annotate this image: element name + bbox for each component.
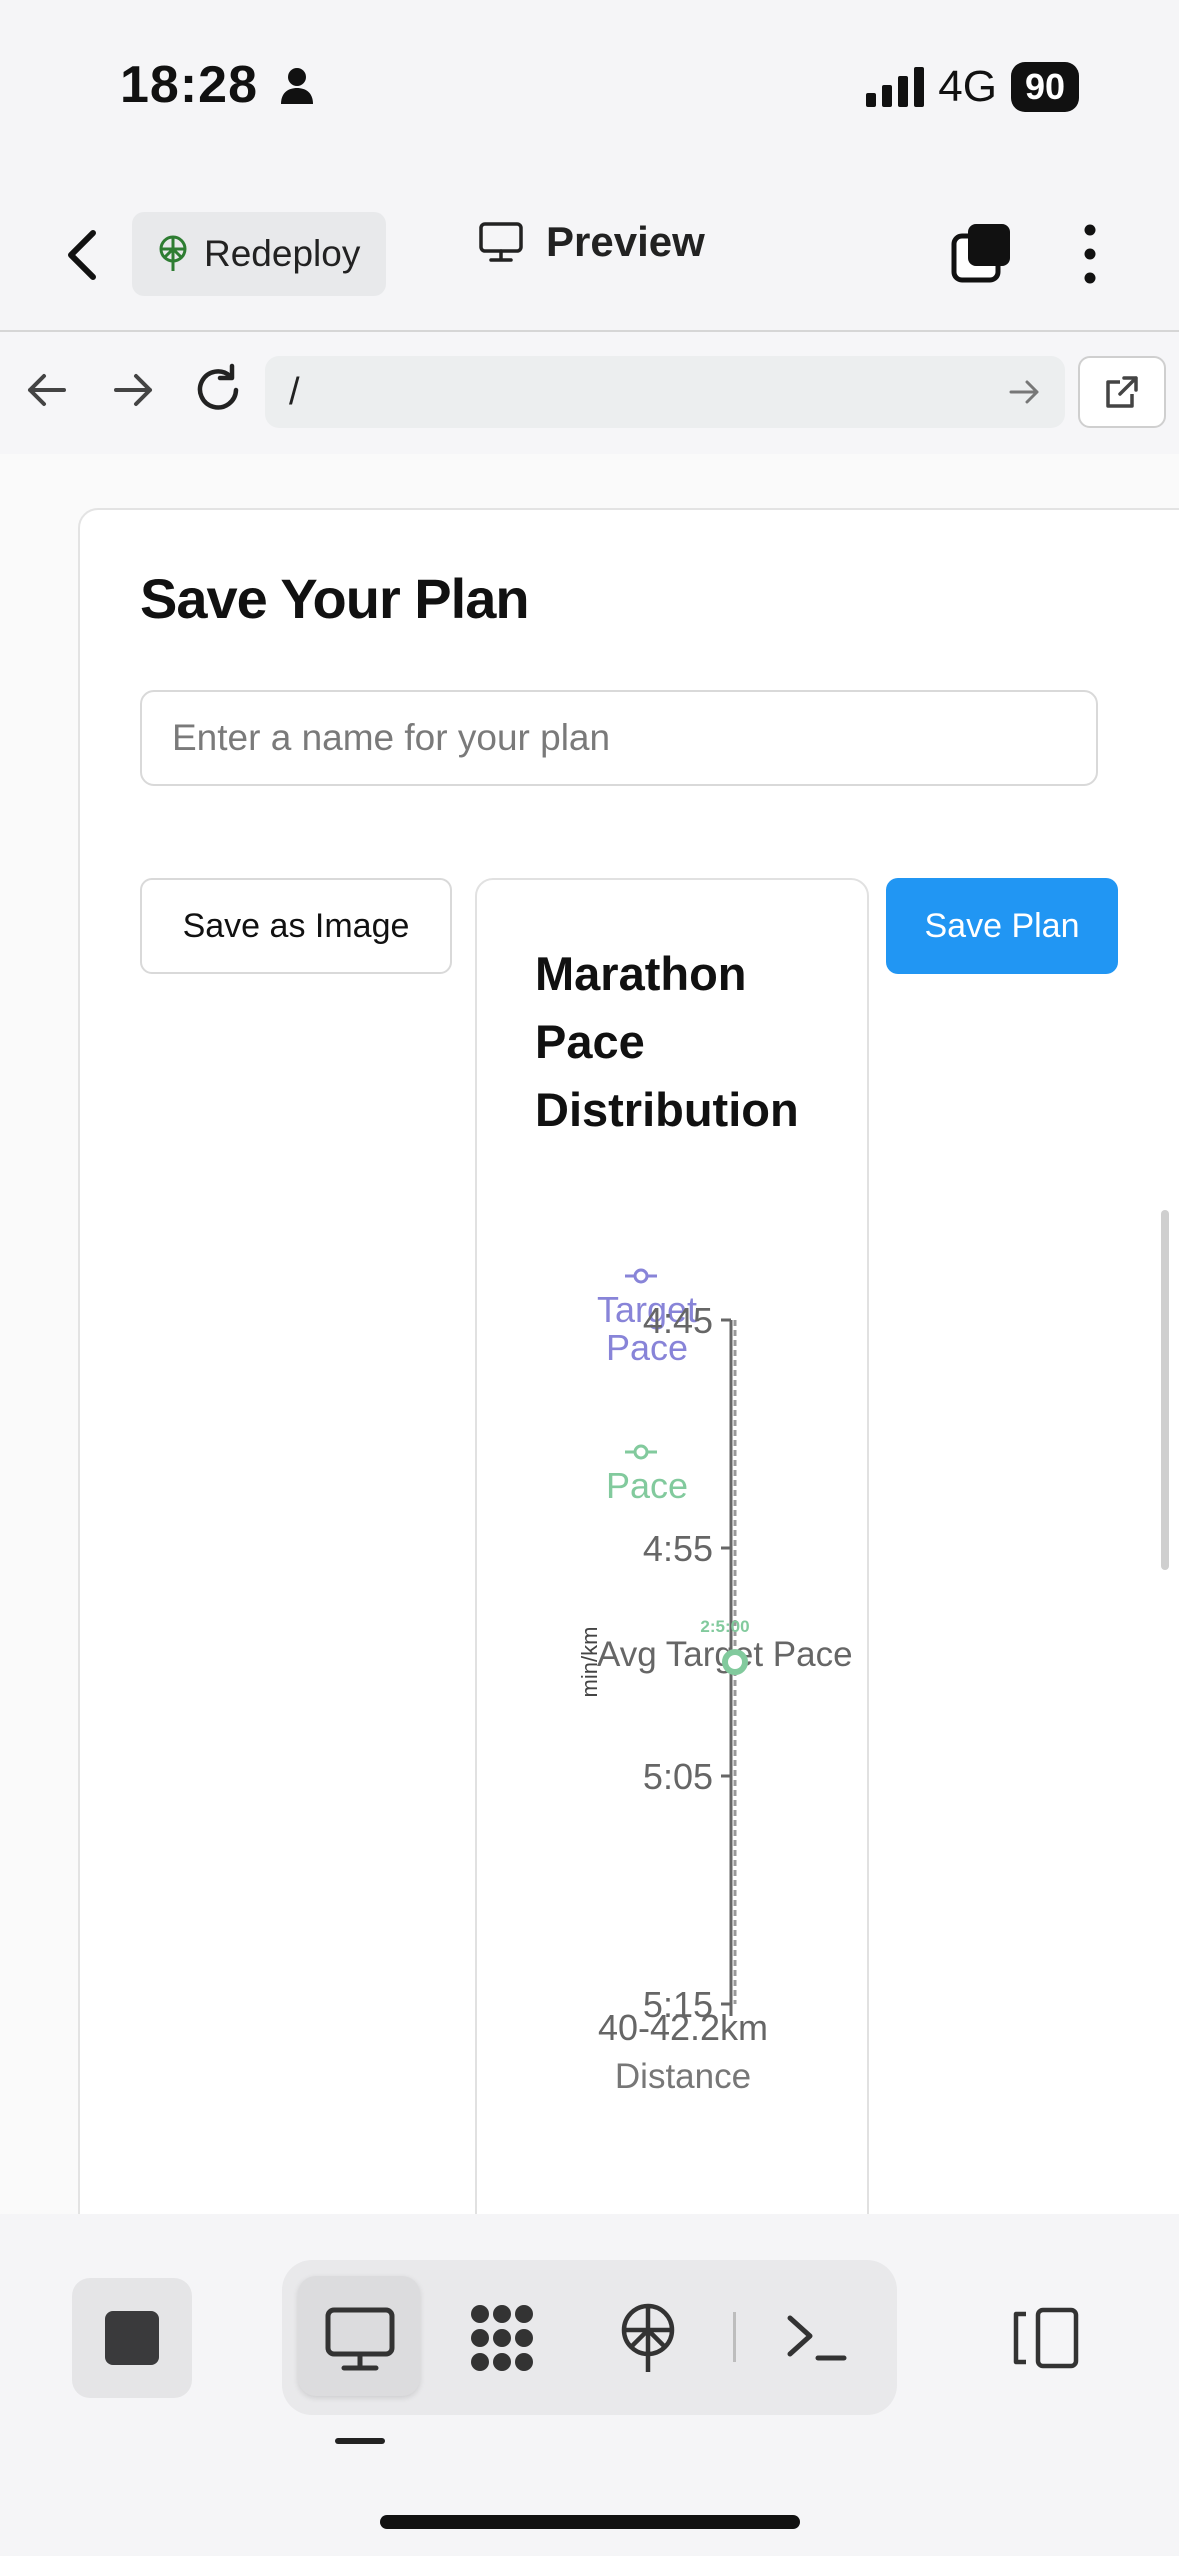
monitor-icon (325, 2307, 395, 2371)
stop-icon (105, 2311, 159, 2365)
redeploy-button[interactable]: Redeploy (132, 212, 386, 296)
split-panel-icon (1013, 2307, 1079, 2369)
y-tick-label: 5:05 (643, 1756, 713, 1797)
reload-button[interactable] (190, 362, 246, 418)
kebab-menu-icon (1084, 224, 1096, 284)
url-input[interactable]: / (265, 356, 1065, 428)
view-nodes-button[interactable] (464, 2300, 540, 2376)
open-external-button[interactable] (1078, 356, 1166, 428)
battery-level: 90 (1010, 62, 1079, 112)
redeploy-label: Redeploy (204, 233, 361, 274)
status-time-text: 18:28 (120, 56, 258, 114)
tabs-button[interactable] (950, 222, 1014, 286)
nodes-icon (471, 2305, 533, 2371)
more-menu-button[interactable] (1070, 222, 1110, 286)
save-plan-button[interactable]: Save Plan (886, 878, 1118, 974)
save-as-image-button[interactable]: Save as Image (140, 878, 452, 974)
url-go-button[interactable] (1005, 374, 1045, 415)
view-deploy-button[interactable] (610, 2300, 686, 2376)
arrow-right-icon (114, 374, 152, 406)
y-tick-label: 4:55 (643, 1528, 713, 1569)
save-plan-card: Save Your Plan Save as Image Save Plan M… (78, 508, 1179, 2214)
x-tick-label: 40-42.2km (598, 2007, 768, 2048)
y-tick-label: 4:45 (643, 1300, 713, 1341)
network-label: 4G (938, 62, 997, 111)
deploy-tree-icon (159, 235, 187, 271)
browser-forward-button[interactable] (104, 362, 160, 418)
save-plan-title: Save Your Plan (140, 567, 530, 630)
home-indicator[interactable] (380, 2515, 800, 2529)
plan-name-input[interactable] (140, 690, 1098, 786)
reload-icon (197, 363, 239, 410)
data-point-pace[interactable] (722, 1649, 748, 1675)
legend-item-pace[interactable]: Pace (606, 1444, 688, 1506)
status-time: 18:28 (120, 55, 315, 115)
monitor-icon (479, 222, 523, 262)
url-text: / (289, 370, 300, 413)
x-ticks: 40-42.2km (598, 2004, 768, 2048)
segment-divider (733, 2312, 736, 2362)
arrow-right-small-icon (1009, 380, 1039, 404)
back-button[interactable] (55, 225, 115, 285)
terminal-icon (787, 2315, 847, 2361)
view-preview-button[interactable] (322, 2300, 398, 2376)
stop-button[interactable] (72, 2278, 192, 2398)
chart-svg: Target Pace Pace 4:454:555:055:15 min/km (577, 1268, 853, 2096)
split-view-button[interactable] (1008, 2300, 1084, 2376)
view-console-button[interactable] (778, 2300, 854, 2376)
data-label: 2:5:00 (700, 1617, 749, 1636)
page-content: Save Your Plan Save as Image Save Plan M… (0, 454, 1179, 2214)
preview-label: Preview (546, 218, 705, 265)
pace-chart: Marathon Pace Distribution Target Pace P… (475, 878, 869, 2214)
arrow-left-icon (28, 374, 66, 406)
active-tab-underline (335, 2438, 385, 2444)
browser-back-button[interactable] (20, 362, 76, 418)
preview-tab[interactable]: Preview (478, 218, 705, 266)
external-link-icon (1106, 376, 1138, 408)
chevron-left-icon (68, 230, 96, 280)
legend-label-pace: Pace (606, 1465, 688, 1506)
x-axis-label: Distance (615, 2057, 751, 2096)
status-indicators: 4G 90 (866, 62, 1079, 112)
person-icon (281, 68, 314, 104)
signal-icon (866, 67, 925, 107)
scrollbar[interactable] (1161, 1210, 1169, 1570)
tabs-stack-icon (951, 224, 1010, 283)
deploy-tree-icon (621, 2303, 675, 2372)
